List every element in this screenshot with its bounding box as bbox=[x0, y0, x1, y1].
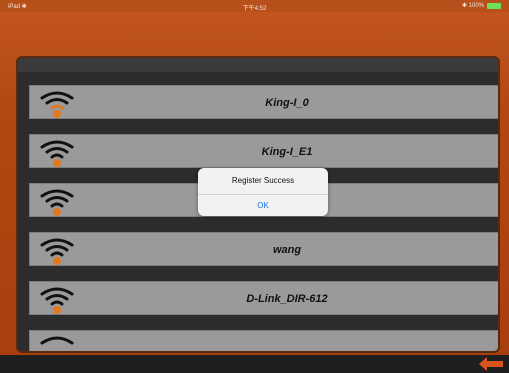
wifi-icon bbox=[40, 91, 74, 118]
wifi-icon bbox=[40, 140, 74, 167]
battery-icon bbox=[487, 2, 501, 9]
battery-text: ✱ 100% bbox=[461, 3, 484, 9]
dialog-message: Register Success bbox=[198, 168, 328, 195]
network-row[interactable]: wang bbox=[29, 232, 498, 266]
wifi-icon bbox=[40, 287, 74, 314]
network-name: wang bbox=[272, 244, 302, 256]
status-right: ✱ 100% bbox=[462, 2, 501, 9]
wifi-icon bbox=[40, 238, 74, 265]
status-time: 下午4:52 bbox=[242, 6, 267, 12]
back-arrow-icon[interactable] bbox=[479, 357, 503, 371]
network-name bbox=[76, 331, 498, 351]
network-row[interactable] bbox=[29, 330, 498, 351]
panel-topbar bbox=[18, 58, 498, 72]
wifi-icon bbox=[40, 189, 74, 216]
register-success-dialog: Register Success OK bbox=[198, 168, 328, 216]
status-bar: iPad ✱ 下午4:52 ✱ 100% bbox=[0, 0, 509, 12]
network-row[interactable]: King-I_E1 bbox=[29, 134, 498, 168]
bottom-bar bbox=[0, 355, 509, 373]
network-row[interactable]: King-I_0 bbox=[29, 85, 498, 119]
network-row[interactable]: D-Link_DIR-612 bbox=[29, 281, 498, 315]
wifi-icon bbox=[40, 336, 74, 345]
network-name: King-I_E1 bbox=[261, 146, 313, 158]
ok-button[interactable]: OK bbox=[198, 195, 328, 216]
network-name: D-Link_DIR-612 bbox=[246, 293, 328, 305]
network-name: King-I_0 bbox=[265, 97, 309, 109]
